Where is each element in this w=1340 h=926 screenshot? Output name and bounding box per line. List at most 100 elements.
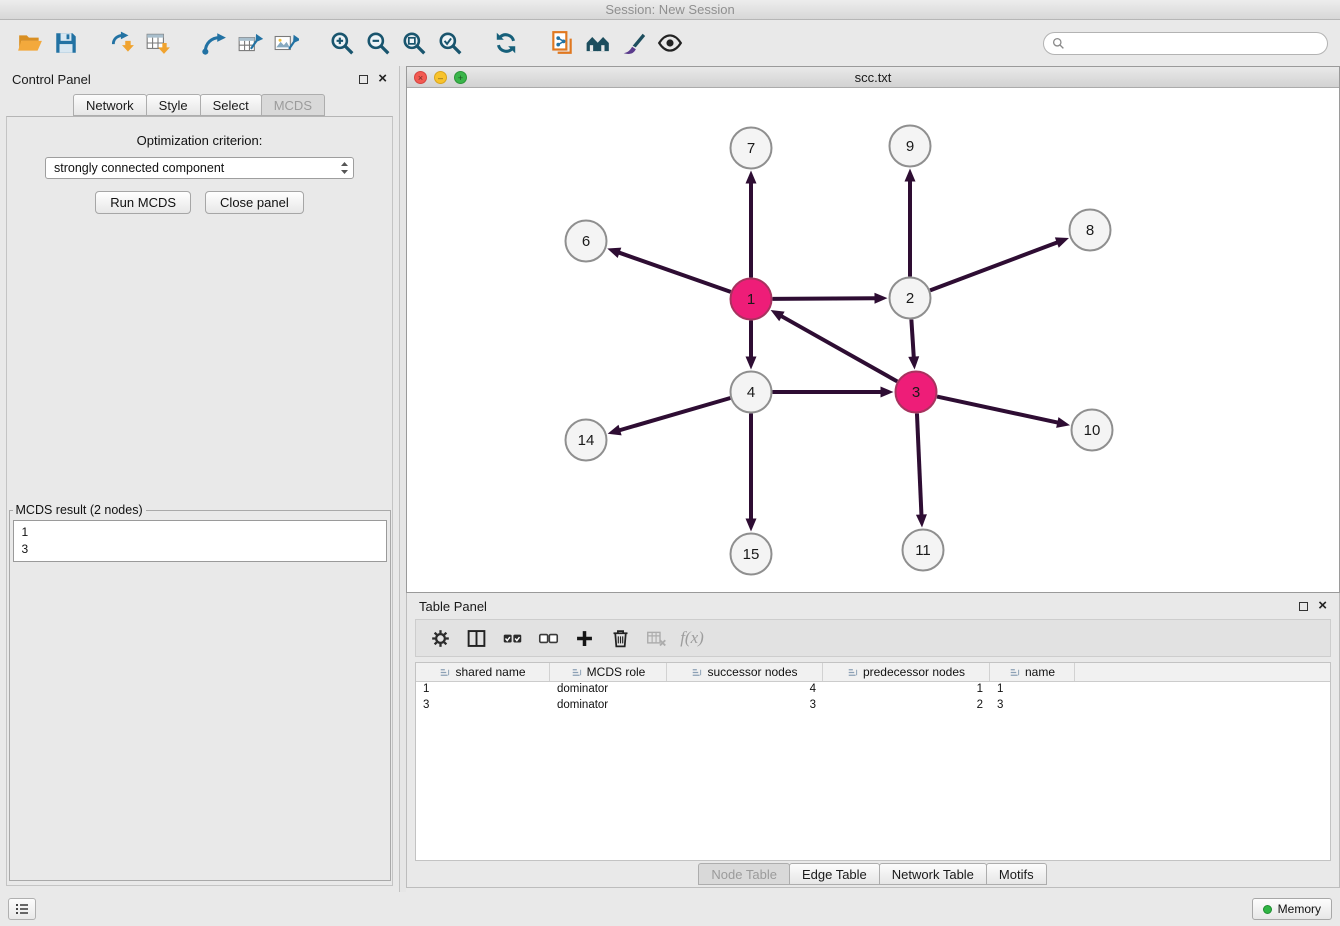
open-button[interactable] — [12, 25, 48, 61]
refresh-button[interactable] — [488, 25, 524, 61]
mcds-result-list[interactable]: 13 — [13, 520, 387, 562]
apply-style-button[interactable] — [616, 25, 652, 61]
gear-button[interactable] — [424, 623, 456, 653]
main-toolbar — [0, 20, 1340, 66]
duplicate-view-button[interactable] — [544, 25, 580, 61]
close-panel-button[interactable]: Close panel — [205, 191, 304, 214]
status-menu-button[interactable] — [8, 898, 36, 920]
column-header-successor-nodes[interactable]: successor nodes — [667, 663, 823, 681]
graph-node-3[interactable]: 3 — [896, 372, 937, 413]
graph-edge-4-15[interactable] — [746, 414, 757, 532]
tab-motifs[interactable]: Motifs — [986, 863, 1047, 885]
graph-edge-1-4[interactable] — [746, 321, 757, 370]
graph-node-1[interactable]: 1 — [731, 279, 772, 320]
graph-node-11[interactable]: 11 — [903, 530, 944, 571]
mcds-result-line: 3 — [22, 541, 378, 558]
graph-node-10[interactable]: 10 — [1072, 410, 1113, 451]
graph-edge-1-2[interactable] — [772, 293, 887, 304]
column-header-name[interactable]: name — [990, 663, 1075, 681]
control-panel: Control Panel × NetworkStyleSelectMCDS O… — [0, 66, 400, 892]
graph-node-label: 7 — [747, 140, 755, 157]
criterion-select[interactable]: strongly connected component — [45, 157, 354, 179]
table-row[interactable]: 1dominator411 — [416, 682, 1330, 698]
search-icon — [1052, 37, 1065, 50]
tab-network-table[interactable]: Network Table — [879, 863, 987, 885]
tab-style[interactable]: Style — [146, 94, 201, 116]
graph-edge-4-3[interactable] — [773, 387, 894, 398]
check-all-button[interactable] — [496, 623, 528, 653]
table-panel-title: Table Panel — [419, 599, 487, 614]
import-network-button[interactable] — [104, 25, 140, 61]
close-panel-icon[interactable]: × — [378, 74, 387, 84]
export-image-button[interactable] — [268, 25, 304, 61]
graph-node-14[interactable]: 14 — [566, 420, 607, 461]
search-input[interactable] — [1070, 36, 1319, 50]
table-cell: 3 — [990, 698, 1075, 714]
check-none-button[interactable] — [532, 623, 564, 653]
table-cell: 1 — [416, 682, 550, 698]
graph-node-label: 9 — [906, 138, 914, 155]
graph-node-2[interactable]: 2 — [890, 278, 931, 319]
zoom-in-button[interactable] — [324, 25, 360, 61]
tab-node-table[interactable]: Node Table — [698, 863, 790, 885]
overview-button[interactable] — [580, 25, 616, 61]
zoom-selected-button[interactable] — [432, 25, 468, 61]
add-row-button[interactable] — [568, 623, 600, 653]
zoom-out-button[interactable] — [360, 25, 396, 61]
graph-edge-2-3[interactable] — [908, 319, 919, 369]
close-window-icon[interactable]: × — [414, 71, 427, 84]
table-row[interactable]: 3dominator323 — [416, 698, 1330, 714]
table-panel-tabs: Node TableEdge TableNetwork TableMotifs — [407, 861, 1339, 887]
close-table-panel-icon[interactable]: × — [1318, 601, 1327, 611]
node-table: shared nameMCDS rolesuccessor nodesprede… — [415, 662, 1331, 861]
graph-edge-4-14[interactable] — [608, 398, 731, 435]
graph-edge-3-1[interactable] — [771, 310, 898, 381]
tab-network[interactable]: Network — [73, 94, 147, 116]
float-panel-icon[interactable] — [359, 75, 368, 84]
column-header-MCDS-role[interactable]: MCDS role — [550, 663, 667, 681]
float-table-panel-icon[interactable] — [1299, 602, 1308, 611]
graph-node-label: 15 — [743, 546, 760, 563]
memory-label: Memory — [1278, 902, 1321, 916]
maximize-window-icon[interactable]: + — [454, 71, 467, 84]
trash-button[interactable] — [604, 623, 636, 653]
minimize-window-icon[interactable]: – — [434, 71, 447, 84]
tab-mcds[interactable]: MCDS — [261, 94, 325, 116]
list-icon — [14, 901, 30, 917]
graph-edge-3-11[interactable] — [916, 413, 927, 527]
tab-edge-table[interactable]: Edge Table — [789, 863, 880, 885]
graph-edge-1-7[interactable] — [746, 171, 757, 278]
graph-node-7[interactable]: 7 — [731, 128, 772, 169]
zoom-fit-button[interactable] — [396, 25, 432, 61]
tab-select[interactable]: Select — [200, 94, 262, 116]
column-header-shared-name[interactable]: shared name — [416, 663, 550, 681]
graph-edge-2-8[interactable] — [930, 237, 1069, 290]
graph-node-4[interactable]: 4 — [731, 372, 772, 413]
graph-node-8[interactable]: 8 — [1070, 210, 1111, 251]
mcds-tab-content: Optimization criterion: strongly connect… — [6, 116, 393, 886]
table-header-row: shared nameMCDS rolesuccessor nodesprede… — [416, 663, 1330, 682]
toolbar-separator — [468, 43, 488, 44]
memory-button[interactable]: Memory — [1252, 898, 1332, 920]
search-field[interactable] — [1043, 32, 1328, 55]
graph-node-6[interactable]: 6 — [566, 221, 607, 262]
column-header-predecessor-nodes[interactable]: predecessor nodes — [823, 663, 990, 681]
export-network-button[interactable] — [196, 25, 232, 61]
graph-edge-1-6[interactable] — [607, 248, 730, 292]
network-canvas[interactable]: 7 9 6 8 1 2 4 3 14 10 15 11 — [407, 88, 1339, 592]
import-table-button[interactable] — [140, 25, 176, 61]
window-title: Session: New Session — [605, 2, 734, 17]
graph-edge-3-10[interactable] — [937, 397, 1070, 428]
toolbar-separator — [176, 43, 196, 44]
export-table-button[interactable] — [232, 25, 268, 61]
graph-node-15[interactable]: 15 — [731, 534, 772, 575]
memory-status-icon — [1263, 905, 1272, 914]
graph-edge-2-9[interactable] — [905, 169, 916, 277]
eye-button[interactable] — [652, 25, 688, 61]
graph-node-9[interactable]: 9 — [890, 126, 931, 167]
graph-node-label: 1 — [747, 291, 755, 308]
save-button[interactable] — [48, 25, 84, 61]
columns-button[interactable] — [460, 623, 492, 653]
optimization-label: Optimization criterion: — [137, 133, 263, 148]
run-mcds-button[interactable]: Run MCDS — [95, 191, 191, 214]
